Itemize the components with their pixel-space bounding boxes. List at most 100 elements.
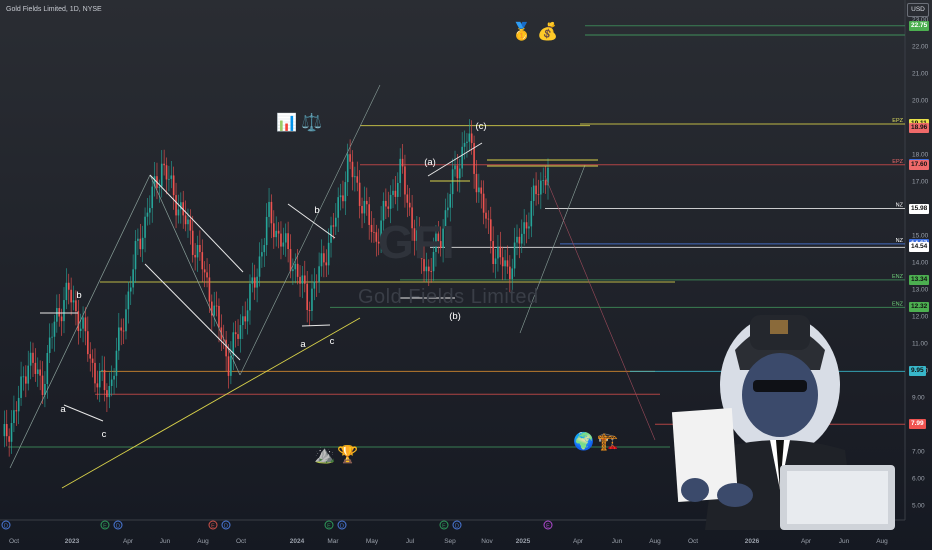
candle-body bbox=[511, 268, 514, 279]
wave-channel-lower bbox=[144, 263, 241, 361]
price-axis-tick: 6.00 bbox=[912, 476, 925, 483]
candle-body bbox=[75, 300, 77, 312]
price-tag: 14.54 bbox=[909, 242, 930, 253]
candle-body bbox=[82, 317, 84, 329]
candle-body bbox=[191, 230, 194, 255]
candle-body bbox=[509, 266, 511, 279]
candle-body bbox=[196, 244, 199, 258]
candle-body bbox=[77, 311, 80, 332]
red-projection-line bbox=[544, 175, 656, 441]
candle-body bbox=[334, 217, 337, 227]
candle-body bbox=[318, 266, 320, 283]
candle-body bbox=[22, 376, 25, 378]
candle-body bbox=[518, 236, 521, 244]
price-axis-tick: 18.00 bbox=[912, 152, 929, 159]
price-tag: 15.98 bbox=[909, 203, 930, 214]
candle-body bbox=[201, 252, 204, 270]
candle-body bbox=[497, 246, 499, 259]
price-axis-tick: 7.00 bbox=[912, 449, 925, 456]
time-axis-tick: Aug bbox=[197, 538, 209, 545]
zone-label: EPZ bbox=[892, 159, 903, 165]
event-marker-letter: E bbox=[442, 524, 446, 530]
bar-chart-icon: 📊 bbox=[276, 113, 298, 132]
candle-body bbox=[8, 436, 10, 442]
symbol-title[interactable]: Gold Fields Limited, 1D, NYSE bbox=[6, 6, 102, 13]
time-axis-tick: Aug bbox=[649, 538, 661, 545]
price-tag: 18.96 bbox=[909, 123, 930, 134]
candle-body bbox=[96, 383, 99, 388]
candle-body bbox=[468, 133, 471, 142]
candle-body bbox=[489, 219, 492, 242]
candle-body bbox=[34, 362, 37, 374]
candle-body bbox=[273, 223, 275, 238]
candle-body bbox=[456, 165, 459, 179]
candle-body bbox=[158, 186, 161, 188]
candle-body bbox=[304, 275, 306, 284]
candle-body bbox=[396, 182, 399, 197]
candle-body bbox=[487, 218, 490, 220]
candle-body bbox=[160, 163, 163, 187]
candle-body bbox=[501, 257, 504, 267]
price-tag: 22.75 bbox=[909, 20, 930, 31]
time-axis-tick: 2026 bbox=[745, 538, 760, 545]
event-marker-letter: E bbox=[103, 524, 107, 530]
zone-label: NZ bbox=[896, 203, 904, 209]
candle-body bbox=[132, 269, 134, 288]
price-tag: 13.34 bbox=[909, 274, 930, 285]
candle-body bbox=[385, 200, 387, 207]
candle-body bbox=[485, 212, 487, 219]
candle-body bbox=[139, 238, 142, 250]
candle-body bbox=[163, 163, 165, 166]
grey-swing-line-1 bbox=[9, 174, 151, 469]
candle-body bbox=[537, 194, 540, 195]
watermark-ticker: GFI bbox=[378, 216, 455, 268]
candle-body bbox=[506, 260, 509, 267]
candle-body bbox=[27, 365, 30, 384]
candle-body bbox=[125, 309, 127, 332]
medal-icon: 🥇 bbox=[511, 22, 533, 41]
wave-a-c-line bbox=[63, 404, 104, 422]
wave-label: a bbox=[60, 404, 66, 415]
time-axis-tick: Jul bbox=[406, 538, 415, 545]
candle-body bbox=[36, 369, 39, 374]
candle-body bbox=[115, 350, 118, 376]
price-tag: 12.32 bbox=[909, 302, 930, 313]
candle-body bbox=[106, 390, 108, 398]
candle-body bbox=[337, 197, 339, 218]
candle-body bbox=[215, 305, 218, 307]
candle-body bbox=[91, 358, 94, 363]
wave-label: (a) bbox=[424, 157, 436, 168]
event-marker-letter: E bbox=[327, 524, 331, 530]
candle-body bbox=[363, 200, 366, 214]
candle-body bbox=[461, 146, 463, 169]
zone-label: EPZ bbox=[892, 118, 903, 124]
currency-button[interactable]: USD bbox=[907, 3, 929, 17]
wave-channel-upper bbox=[149, 174, 244, 273]
chart-area[interactable]: 5.006.007.008.009.0010.0011.0012.0013.00… bbox=[0, 0, 932, 550]
time-axis-tick: Jun bbox=[160, 538, 171, 545]
candle-body bbox=[458, 168, 461, 179]
trader-mascot-image bbox=[671, 315, 895, 530]
candle-body bbox=[492, 241, 494, 265]
candle-body bbox=[365, 200, 368, 205]
candle-body bbox=[466, 141, 468, 143]
time-axis-tick: Oct bbox=[236, 538, 246, 545]
candle-body bbox=[242, 316, 244, 326]
candle-body bbox=[294, 263, 297, 270]
candle-body bbox=[39, 369, 41, 376]
candle-body bbox=[122, 330, 125, 332]
candle-body bbox=[463, 142, 466, 147]
event-marker-letter: D bbox=[224, 524, 228, 530]
candle-body bbox=[265, 216, 268, 246]
candle-body bbox=[20, 376, 22, 398]
candle-body bbox=[330, 225, 332, 243]
mountain-icon: ⛰️ bbox=[314, 445, 336, 464]
candle-body bbox=[368, 204, 370, 225]
candle-body bbox=[344, 182, 347, 202]
candle-body bbox=[87, 331, 89, 355]
candle-body bbox=[146, 212, 149, 217]
candle-body bbox=[53, 321, 56, 337]
candle-body bbox=[208, 277, 211, 302]
candle-body bbox=[256, 276, 258, 288]
candle-body bbox=[311, 288, 313, 311]
